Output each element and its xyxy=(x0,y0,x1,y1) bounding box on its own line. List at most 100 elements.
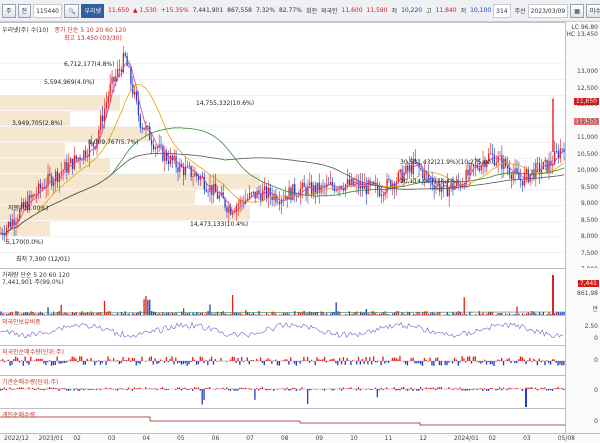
top-toolbar: 주 전 115440 🔍 우리넷 11,650 ▲ 1,530 +15.35% … xyxy=(0,0,600,22)
candle-body xyxy=(109,84,111,97)
volume-panel[interactable]: 거래량 단순 5 20 60 120 7,441,901 주(99.0%) xyxy=(0,268,565,316)
institution-net-axis: 0 xyxy=(565,375,600,408)
foreign-net-bar xyxy=(555,361,557,363)
view-toggle-button[interactable]: 주 xyxy=(2,3,16,18)
institution-net-bar xyxy=(531,387,533,389)
foreign-net-bar xyxy=(557,361,559,366)
foreign-net-bar xyxy=(502,361,505,366)
institution-net-bar xyxy=(64,388,66,389)
foreign-net-bar xyxy=(137,361,139,364)
price-axis-tick: 7,500 xyxy=(580,249,598,257)
institution-net-bar xyxy=(555,388,557,389)
foreign-net-bar xyxy=(231,356,233,361)
foreign-holding-line xyxy=(0,321,564,339)
price-axis-tick: 11,000 xyxy=(577,134,598,141)
candle-body xyxy=(83,150,85,160)
volume-tag: 7,441 xyxy=(577,280,599,287)
foreign-net-bar xyxy=(529,357,531,361)
volume-value: 7,441,901 xyxy=(192,7,224,14)
institution-net-bar xyxy=(355,389,358,391)
foreign-net-bar xyxy=(1,359,4,361)
foreign-net-bar xyxy=(508,357,510,361)
foreign-net-bar xyxy=(551,359,554,361)
foreign-net-bar xyxy=(129,361,132,362)
institution-net-chart[interactable] xyxy=(0,376,565,409)
foreign-net-chart[interactable] xyxy=(0,346,565,376)
foreign-net-bar xyxy=(18,361,21,363)
candle-body xyxy=(77,157,79,160)
candle-body xyxy=(420,167,422,170)
volume-chart-svg[interactable] xyxy=(0,269,565,316)
price-chart-panel[interactable]: 우리넷(주) 수(10) 종가 단순 5 10 20 60 120 최고 13,… xyxy=(0,22,565,268)
candle-body xyxy=(124,53,126,56)
institution-net-bar xyxy=(116,389,119,391)
institution-net-bar xyxy=(322,389,324,390)
mode-toggle-button[interactable]: 전 xyxy=(17,3,32,18)
candle-body xyxy=(64,162,66,171)
candle-body xyxy=(9,222,12,227)
foreign-net-bar xyxy=(540,361,542,363)
candle-body xyxy=(294,184,296,196)
foreign-net-bar xyxy=(499,360,501,361)
search-icon[interactable]: 🔍 xyxy=(63,3,80,18)
institution-net-bar xyxy=(3,387,6,389)
foreign-net-bar xyxy=(472,356,475,361)
price-chart-svg[interactable] xyxy=(0,23,565,269)
foreign-net-bar xyxy=(242,361,245,362)
institution-net-bar xyxy=(256,387,258,389)
foreign-net-bar xyxy=(416,361,418,364)
candle-body xyxy=(544,159,546,162)
calendar-icon[interactable]: ▦ xyxy=(570,3,584,18)
price-axis-tick: 9,000 xyxy=(580,200,598,207)
foreign-net-bar xyxy=(43,361,45,364)
institution-net-bar xyxy=(160,388,162,389)
foreign-net-bar xyxy=(523,359,525,361)
institution-net-bar xyxy=(99,389,102,391)
misu-button[interactable]: 미수 xyxy=(585,3,600,18)
institution-net-bar xyxy=(286,387,288,389)
candle-body xyxy=(516,168,518,173)
institution-net-panel[interactable]: 기관순매수량(단위:주) xyxy=(0,375,565,408)
foreign-holding-panel[interactable]: 외국인보유비중 xyxy=(0,315,565,345)
foreign-net-bar xyxy=(169,358,171,361)
individual-net-panel[interactable]: 개인순매수량 xyxy=(0,408,565,433)
stock-name-field[interactable]: 우리넷 xyxy=(81,3,105,18)
candle-body xyxy=(301,182,303,189)
foreign-net-bar xyxy=(50,361,53,366)
candle-body xyxy=(184,166,187,176)
foreign-net-bar xyxy=(11,361,13,365)
foreign-net-bar xyxy=(440,361,443,366)
foreign-net-bar xyxy=(79,356,81,361)
foreign-net-bar xyxy=(62,361,64,364)
candle-body xyxy=(228,206,230,213)
foreign-net-bar xyxy=(193,359,196,361)
candle-body xyxy=(205,189,207,192)
institution-net-bar xyxy=(386,387,388,389)
period-input[interactable]: 314 xyxy=(493,3,511,18)
candle-body xyxy=(156,147,158,148)
institution-net-bar xyxy=(224,389,226,390)
foreign-net-bar xyxy=(423,357,426,361)
candle-body xyxy=(179,163,181,173)
foreign-net-bar xyxy=(203,361,205,363)
low-label: 저 xyxy=(391,8,398,15)
stock-code-input[interactable]: 115440 xyxy=(33,3,62,18)
foreign-net-bar xyxy=(3,361,6,363)
date-axis-tick: 2024/01 xyxy=(453,435,479,442)
candle-body xyxy=(303,182,305,188)
foreign-net-bar xyxy=(286,359,288,361)
foreign-net-bar xyxy=(333,358,335,361)
date-input[interactable]: 2023/03/09 xyxy=(527,3,569,18)
foreign-net-bar xyxy=(282,360,284,361)
institution-net-bar xyxy=(22,387,24,389)
foreign-holding-chart[interactable] xyxy=(0,316,565,346)
institution-net-bar xyxy=(118,388,120,389)
candle-body xyxy=(246,198,249,200)
individual-net-chart[interactable] xyxy=(0,409,565,434)
candle-body xyxy=(307,185,309,196)
foreign-net-panel[interactable]: 외국인순매수량(단위:주) xyxy=(0,345,565,375)
foreign-net-bar xyxy=(534,360,537,361)
institution-net-bar xyxy=(207,388,209,389)
foreign-net-bar xyxy=(80,356,83,361)
institution-net-bar xyxy=(216,388,218,389)
